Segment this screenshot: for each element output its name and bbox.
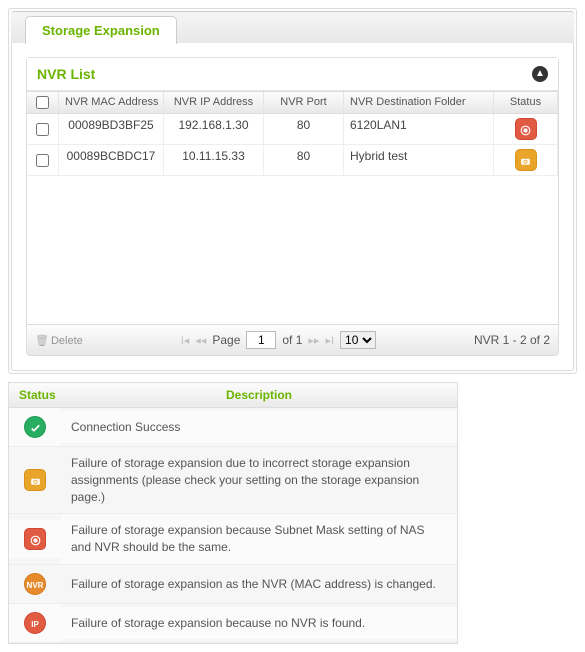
cell-mac: 00089BD3BF25	[59, 114, 164, 144]
row-range: NVR 1 - 2 of 2	[474, 333, 550, 347]
grid-header: NVR MAC Address NVR IP Address NVR Port …	[27, 91, 558, 114]
legend-desc: Failure of storage expansion because Sub…	[61, 514, 457, 564]
grid-body: 00089BD3BF25192.168.1.30806120LAN100089B…	[27, 114, 558, 324]
status-badge: NVR	[24, 573, 46, 595]
legend-status-cell	[9, 461, 61, 499]
legend-col-status: Status	[9, 383, 61, 407]
status-badge	[24, 528, 46, 550]
prev-page-icon[interactable]: ◂◂	[195, 334, 206, 347]
legend-col-desc: Description	[61, 383, 457, 407]
delete-button[interactable]: Delete	[35, 334, 83, 347]
page-label: Page	[212, 333, 240, 347]
grid-toolbar: Delete I◂ ◂◂ Page of 1 ▸▸ ▸I 10 NVR 1 - …	[27, 324, 558, 355]
nvr-list-box: NVR List ▲ NVR MAC Address NVR IP Addres…	[26, 57, 559, 356]
row-checkbox-cell	[27, 114, 59, 144]
cell-ip: 10.11.15.33	[164, 145, 264, 175]
cell-status	[494, 145, 558, 175]
cell-ip: 192.168.1.30	[164, 114, 264, 144]
legend-desc: Connection Success	[61, 411, 457, 444]
nvr-grid: NVR MAC Address NVR IP Address NVR Port …	[27, 91, 558, 324]
page-size-select[interactable]: 10	[340, 331, 376, 349]
legend-row: Connection Success	[9, 408, 457, 447]
row-checkbox[interactable]	[36, 154, 49, 167]
cell-port: 80	[264, 145, 344, 175]
status-badge: IP	[24, 612, 46, 634]
trash-icon	[35, 335, 51, 347]
table-row[interactable]: 00089BCBDC1710.11.15.3380Hybrid test	[27, 145, 558, 176]
delete-label: Delete	[51, 335, 83, 347]
page-input[interactable]	[246, 331, 276, 349]
legend-desc: Failure of storage expansion due to inco…	[61, 447, 457, 513]
legend-row: Failure of storage expansion due to inco…	[9, 447, 457, 514]
row-checkbox[interactable]	[36, 123, 49, 136]
cell-folder: 6120LAN1	[344, 114, 494, 144]
storage-expansion-panel: Storage Expansion NVR List ▲ NVR MAC Add…	[8, 8, 577, 374]
status-badge	[24, 469, 46, 491]
legend-header: Status Description	[9, 383, 457, 408]
page-total: of 1	[282, 333, 302, 347]
tab-storage-expansion[interactable]: Storage Expansion	[25, 16, 177, 44]
cell-mac: 00089BCBDC17	[59, 145, 164, 175]
first-page-icon[interactable]: I◂	[181, 334, 190, 347]
legend-status-cell	[9, 520, 61, 558]
status-badge	[24, 416, 46, 438]
cell-status	[494, 114, 558, 144]
section-header: NVR List ▲	[27, 58, 558, 91]
header-folder[interactable]: NVR Destination Folder	[344, 92, 494, 113]
header-mac[interactable]: NVR MAC Address	[59, 92, 164, 113]
status-badge	[515, 149, 537, 171]
cell-port: 80	[264, 114, 344, 144]
status-legend: Status Description Connection SuccessFai…	[8, 382, 458, 644]
legend-status-cell: NVR	[9, 565, 61, 603]
table-row[interactable]: 00089BD3BF25192.168.1.30806120LAN1	[27, 114, 558, 145]
header-status[interactable]: Status	[494, 92, 558, 113]
collapse-icon[interactable]: ▲	[532, 66, 548, 82]
section-title: NVR List	[37, 66, 95, 82]
header-port[interactable]: NVR Port	[264, 92, 344, 113]
header-ip[interactable]: NVR IP Address	[164, 92, 264, 113]
last-page-icon[interactable]: ▸I	[325, 334, 334, 347]
next-page-icon[interactable]: ▸▸	[308, 334, 319, 347]
legend-desc: Failure of storage expansion as the NVR …	[61, 568, 457, 601]
status-badge	[515, 118, 537, 140]
header-checkbox-cell	[27, 92, 59, 113]
legend-row: NVR Failure of storage expansion as the N…	[9, 565, 457, 604]
select-all-checkbox[interactable]	[36, 96, 49, 109]
legend-row: Failure of storage expansion because Sub…	[9, 514, 457, 565]
tab-bar: Storage Expansion	[11, 11, 574, 43]
panel-content: NVR List ▲ NVR MAC Address NVR IP Addres…	[11, 43, 574, 371]
cell-folder: Hybrid test	[344, 145, 494, 175]
row-checkbox-cell	[27, 145, 59, 175]
legend-row: IP Failure of storage expansion because n…	[9, 604, 457, 643]
legend-desc: Failure of storage expansion because no …	[61, 607, 457, 640]
legend-status-cell	[9, 408, 61, 446]
legend-status-cell: IP	[9, 604, 61, 642]
